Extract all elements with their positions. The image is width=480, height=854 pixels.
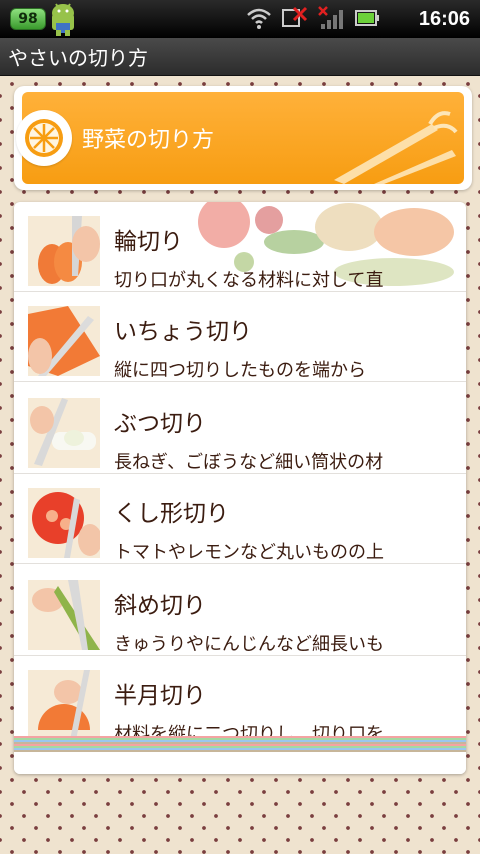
item-title: 輪切り xyxy=(114,229,183,255)
app-title: やさいの切り方 xyxy=(8,46,148,70)
orange-slice-badge xyxy=(16,110,72,166)
no-sync-icon xyxy=(282,6,308,27)
list-item-wagiri[interactable]: 輪切り 切り口が丸くなる材料に対して直 xyxy=(14,202,466,292)
battery-level-badge: 98 xyxy=(10,8,46,30)
decorative-stripes xyxy=(14,736,466,752)
clock-time: 16:06 xyxy=(418,8,470,30)
list-item-hangetsugiri[interactable]: 半月切り 材料を縦に二つ切りし、切り口を xyxy=(14,656,466,746)
carrot-illustration xyxy=(334,111,458,184)
status-bar: 98 16:06 xyxy=(0,0,480,38)
ichougiri-thumbnail xyxy=(28,306,100,376)
list-footer xyxy=(14,752,466,774)
nanamegiri-thumbnail xyxy=(28,580,100,650)
item-title: 半月切り xyxy=(114,683,206,709)
list-item-kushigatagiri[interactable]: くし形切り トマトやレモンなど丸いものの上 xyxy=(14,474,466,564)
banner-title: 野菜の切り方 xyxy=(82,128,215,153)
item-description: きゅうりやにんじんなど細長いも xyxy=(114,634,384,655)
wagiri-thumbnail xyxy=(28,216,100,286)
banner-background: 野菜の切り方 xyxy=(22,92,464,184)
android-notification-icon xyxy=(46,1,80,37)
item-description: 縦に四つ切りしたものを端から xyxy=(114,360,366,381)
hangetsugiri-thumbnail xyxy=(28,670,100,740)
battery-level-text: 98 xyxy=(18,11,38,27)
list-item-nanamegiri[interactable]: 斜め切り きゅうりやにんじんなど細長いも xyxy=(14,566,466,656)
header-banner: 野菜の切り方 xyxy=(14,86,472,190)
item-description: 切り口が丸くなる材料に対して直 xyxy=(114,270,384,291)
butsugiri-thumbnail xyxy=(28,398,100,468)
app-title-bar: やさいの切り方 xyxy=(0,38,480,76)
item-description: 長ねぎ、ごぼうなど細い筒状の材 xyxy=(114,452,384,473)
list-item-butsugiri[interactable]: ぶつ切り 長ねぎ、ごぼうなど細い筒状の材 xyxy=(14,384,466,474)
cutting-methods-list: 輪切り 切り口が丸くなる材料に対して直 いちょう切り 縦に四つ切りしたものを端か… xyxy=(14,202,466,774)
item-description: トマトやレモンなど丸いものの上 xyxy=(114,542,384,563)
item-title: ぶつ切り xyxy=(114,411,206,437)
no-signal-icon xyxy=(318,6,343,29)
orange-slice-icon xyxy=(25,119,63,157)
wifi-icon xyxy=(247,8,271,29)
item-title: くし形切り xyxy=(114,501,229,527)
item-title: 斜め切り xyxy=(114,593,206,619)
item-title: いちょう切り xyxy=(114,319,252,345)
battery-icon xyxy=(355,10,379,26)
list-item-ichougiri[interactable]: いちょう切り 縦に四つ切りしたものを端から xyxy=(14,292,466,382)
kushigatagiri-thumbnail xyxy=(28,488,100,558)
